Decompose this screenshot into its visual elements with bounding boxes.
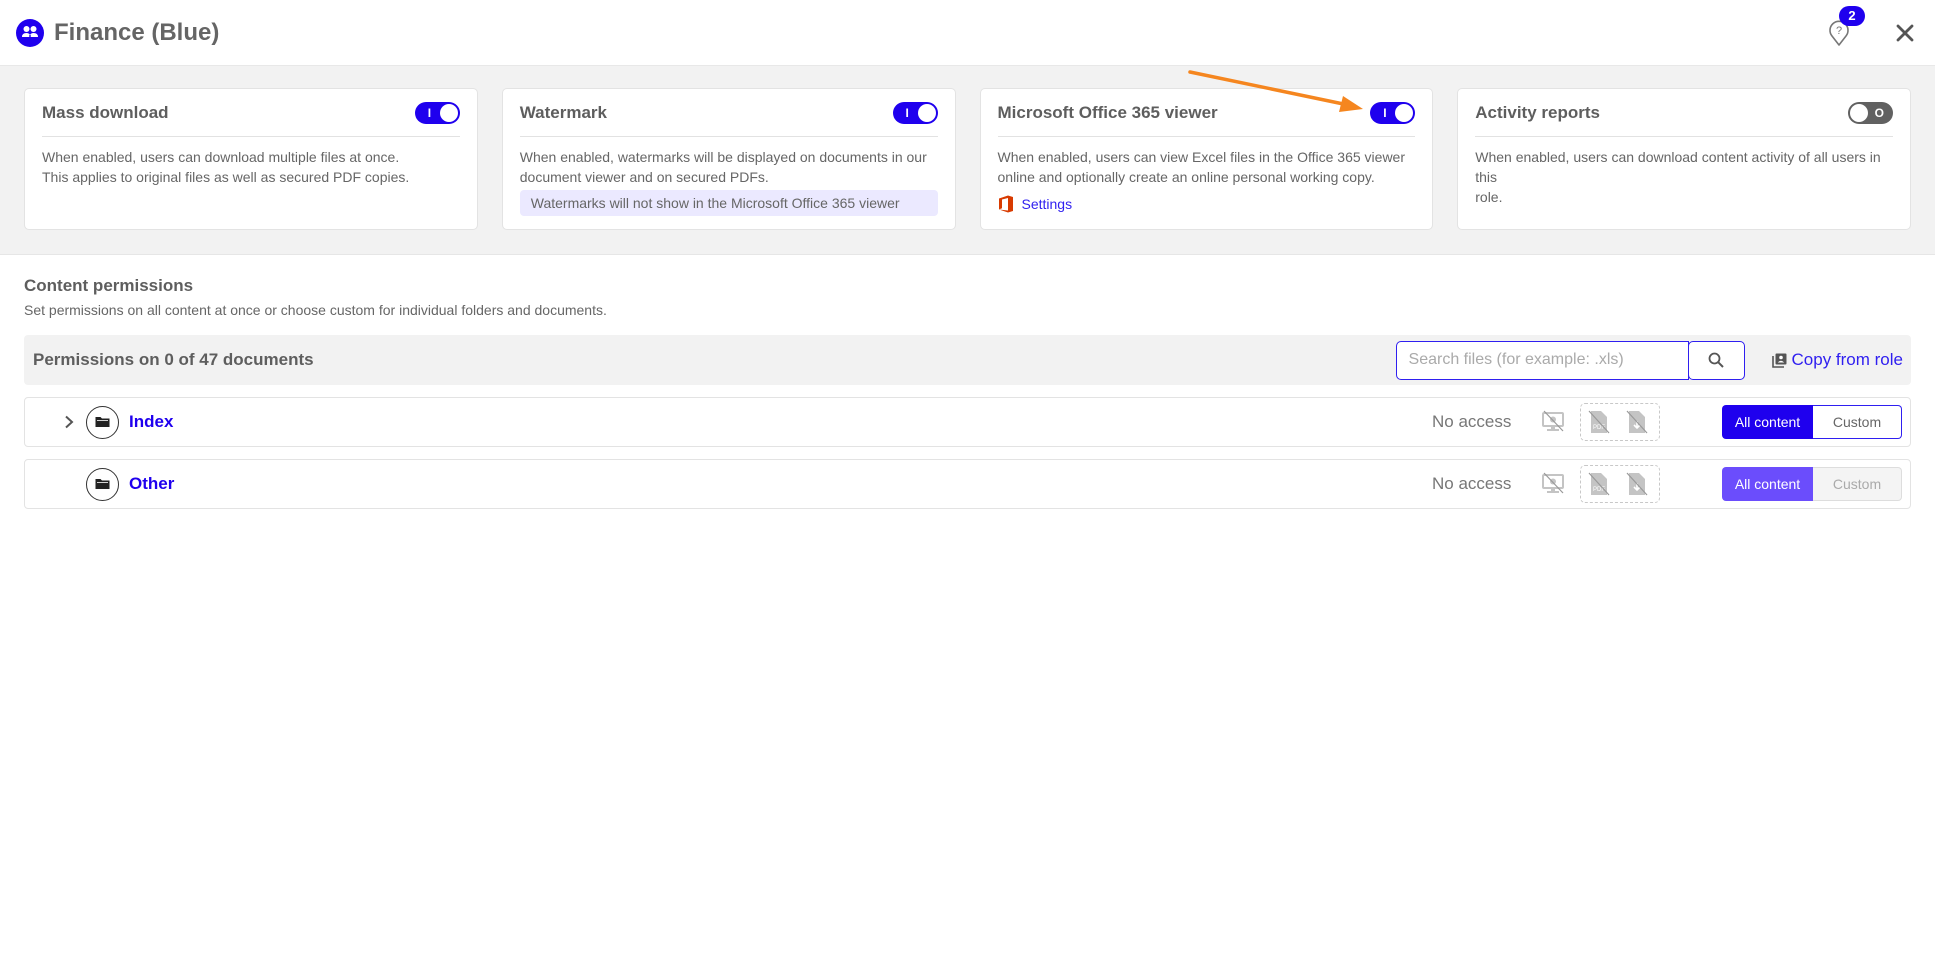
expand-button[interactable]	[59, 412, 79, 432]
description-line: document viewer and on secured PDFs.	[519, 169, 769, 185]
toggle-knob	[917, 103, 936, 122]
help-button[interactable]: ? 2	[1825, 6, 1865, 48]
card-title: Watermark	[519, 102, 607, 122]
description-line: When enabled, users can view Excel files…	[997, 149, 1406, 165]
description-line: When enabled, users can download multipl…	[42, 149, 400, 165]
page-title: Finance (Blue)	[54, 18, 220, 46]
toggle-mark: I	[427, 105, 432, 120]
office365-settings-link[interactable]: Settings	[998, 195, 1416, 213]
users-group-icon	[16, 18, 44, 47]
card-watermark: Watermark I When enabled, watermarks wil…	[501, 88, 956, 230]
view-disabled-icon[interactable]	[1540, 409, 1566, 435]
all-content-button[interactable]: All content	[1722, 467, 1813, 501]
content-mode-switch: All content Custom	[1722, 467, 1902, 501]
office-icon	[998, 195, 1013, 213]
all-content-button[interactable]: All content	[1722, 405, 1813, 439]
toggle-mark: O	[1874, 105, 1884, 120]
section-title: Content permissions	[24, 276, 194, 295]
settings-band: Mass download I When enabled, users can …	[0, 66, 1935, 255]
folder-icon	[86, 405, 119, 439]
card-office365-viewer: Microsoft Office 365 viewer I When enabl…	[979, 88, 1434, 230]
card-description: When enabled, users can view Excel files…	[998, 147, 1416, 187]
close-icon	[1896, 24, 1914, 42]
folder-icon	[86, 467, 119, 501]
card-title: Microsoft Office 365 viewer	[997, 102, 1218, 122]
toggle-mark: I	[905, 105, 909, 120]
settings-link-label: Settings	[1021, 196, 1073, 212]
content-mode-switch: All content Custom	[1722, 405, 1902, 439]
activity-reports-toggle[interactable]: O	[1848, 101, 1893, 124]
copy-contacts-icon	[1771, 353, 1787, 368]
pdf-download-disabled-icon[interactable]: PDF	[1586, 471, 1612, 497]
office365-viewer-toggle[interactable]: I	[1370, 101, 1416, 124]
card-activity-reports: Activity reports O When enabled, users c…	[1457, 88, 1911, 230]
permissions-count: Permissions on 0 of 47 documents	[33, 350, 314, 369]
card-description: When enabled, users can download content…	[1475, 147, 1893, 207]
toggle-knob	[1850, 103, 1868, 122]
access-level: No access	[1432, 412, 1512, 431]
folder-row-index: Index No access PDF All content Custom	[24, 397, 1911, 447]
file-download-disabled-icon[interactable]	[1624, 471, 1650, 497]
description-line: online and optionally create an online p…	[997, 169, 1375, 185]
description-line: When enabled, users can download content…	[1475, 149, 1881, 185]
view-disabled-icon[interactable]	[1540, 471, 1566, 497]
card-mass-download: Mass download I When enabled, users can …	[24, 88, 478, 230]
header: Finance (Blue) ? 2	[0, 0, 1935, 66]
card-title: Activity reports	[1475, 102, 1600, 122]
copy-from-role-button[interactable]: Copy from role	[1771, 350, 1903, 370]
description-line: This applies to original files as well a…	[42, 169, 410, 185]
card-description: When enabled, watermarks will be display…	[520, 147, 938, 187]
toggle-knob	[1395, 103, 1414, 122]
content-permissions: Content permissions Set permissions on a…	[0, 276, 1935, 509]
chevron-right-icon	[65, 415, 74, 429]
search-files-input[interactable]	[1395, 340, 1689, 380]
toggle-mark: I	[1383, 105, 1387, 120]
close-button[interactable]	[1893, 21, 1917, 45]
folder-row-other: Other No access PDF All content Custom	[24, 459, 1911, 509]
custom-button[interactable]: Custom	[1813, 405, 1902, 439]
svg-text:PDF: PDF	[1593, 487, 1605, 493]
mass-download-toggle[interactable]: I	[414, 101, 460, 124]
folder-name[interactable]: Index	[129, 412, 173, 432]
pdf-download-disabled-icon[interactable]: PDF	[1586, 409, 1612, 435]
card-description: When enabled, users can download multipl…	[42, 147, 460, 187]
description-line: When enabled, watermarks will be display…	[519, 149, 927, 165]
watermark-toggle[interactable]: I	[892, 101, 938, 124]
permissions-toolbar: Permissions on 0 of 47 documents Copy fr…	[24, 335, 1911, 385]
svg-text:?: ?	[1836, 25, 1842, 37]
custom-button[interactable]: Custom	[1813, 467, 1902, 501]
svg-text:PDF: PDF	[1593, 425, 1605, 431]
file-download-disabled-icon[interactable]	[1624, 409, 1650, 435]
watermark-notice: Watermarks will not show in the Microsof…	[519, 190, 938, 216]
help-badge: 2	[1839, 6, 1865, 26]
description-line: role.	[1475, 189, 1503, 205]
access-level: No access	[1432, 474, 1512, 493]
search-button[interactable]	[1687, 340, 1745, 380]
folder-name[interactable]: Other	[129, 474, 174, 494]
copy-from-role-label: Copy from role	[1791, 350, 1903, 369]
section-description: Set permissions on all content at once o…	[24, 302, 607, 318]
search-icon	[1708, 352, 1724, 368]
toggle-knob	[439, 103, 458, 122]
card-title: Mass download	[42, 102, 169, 122]
